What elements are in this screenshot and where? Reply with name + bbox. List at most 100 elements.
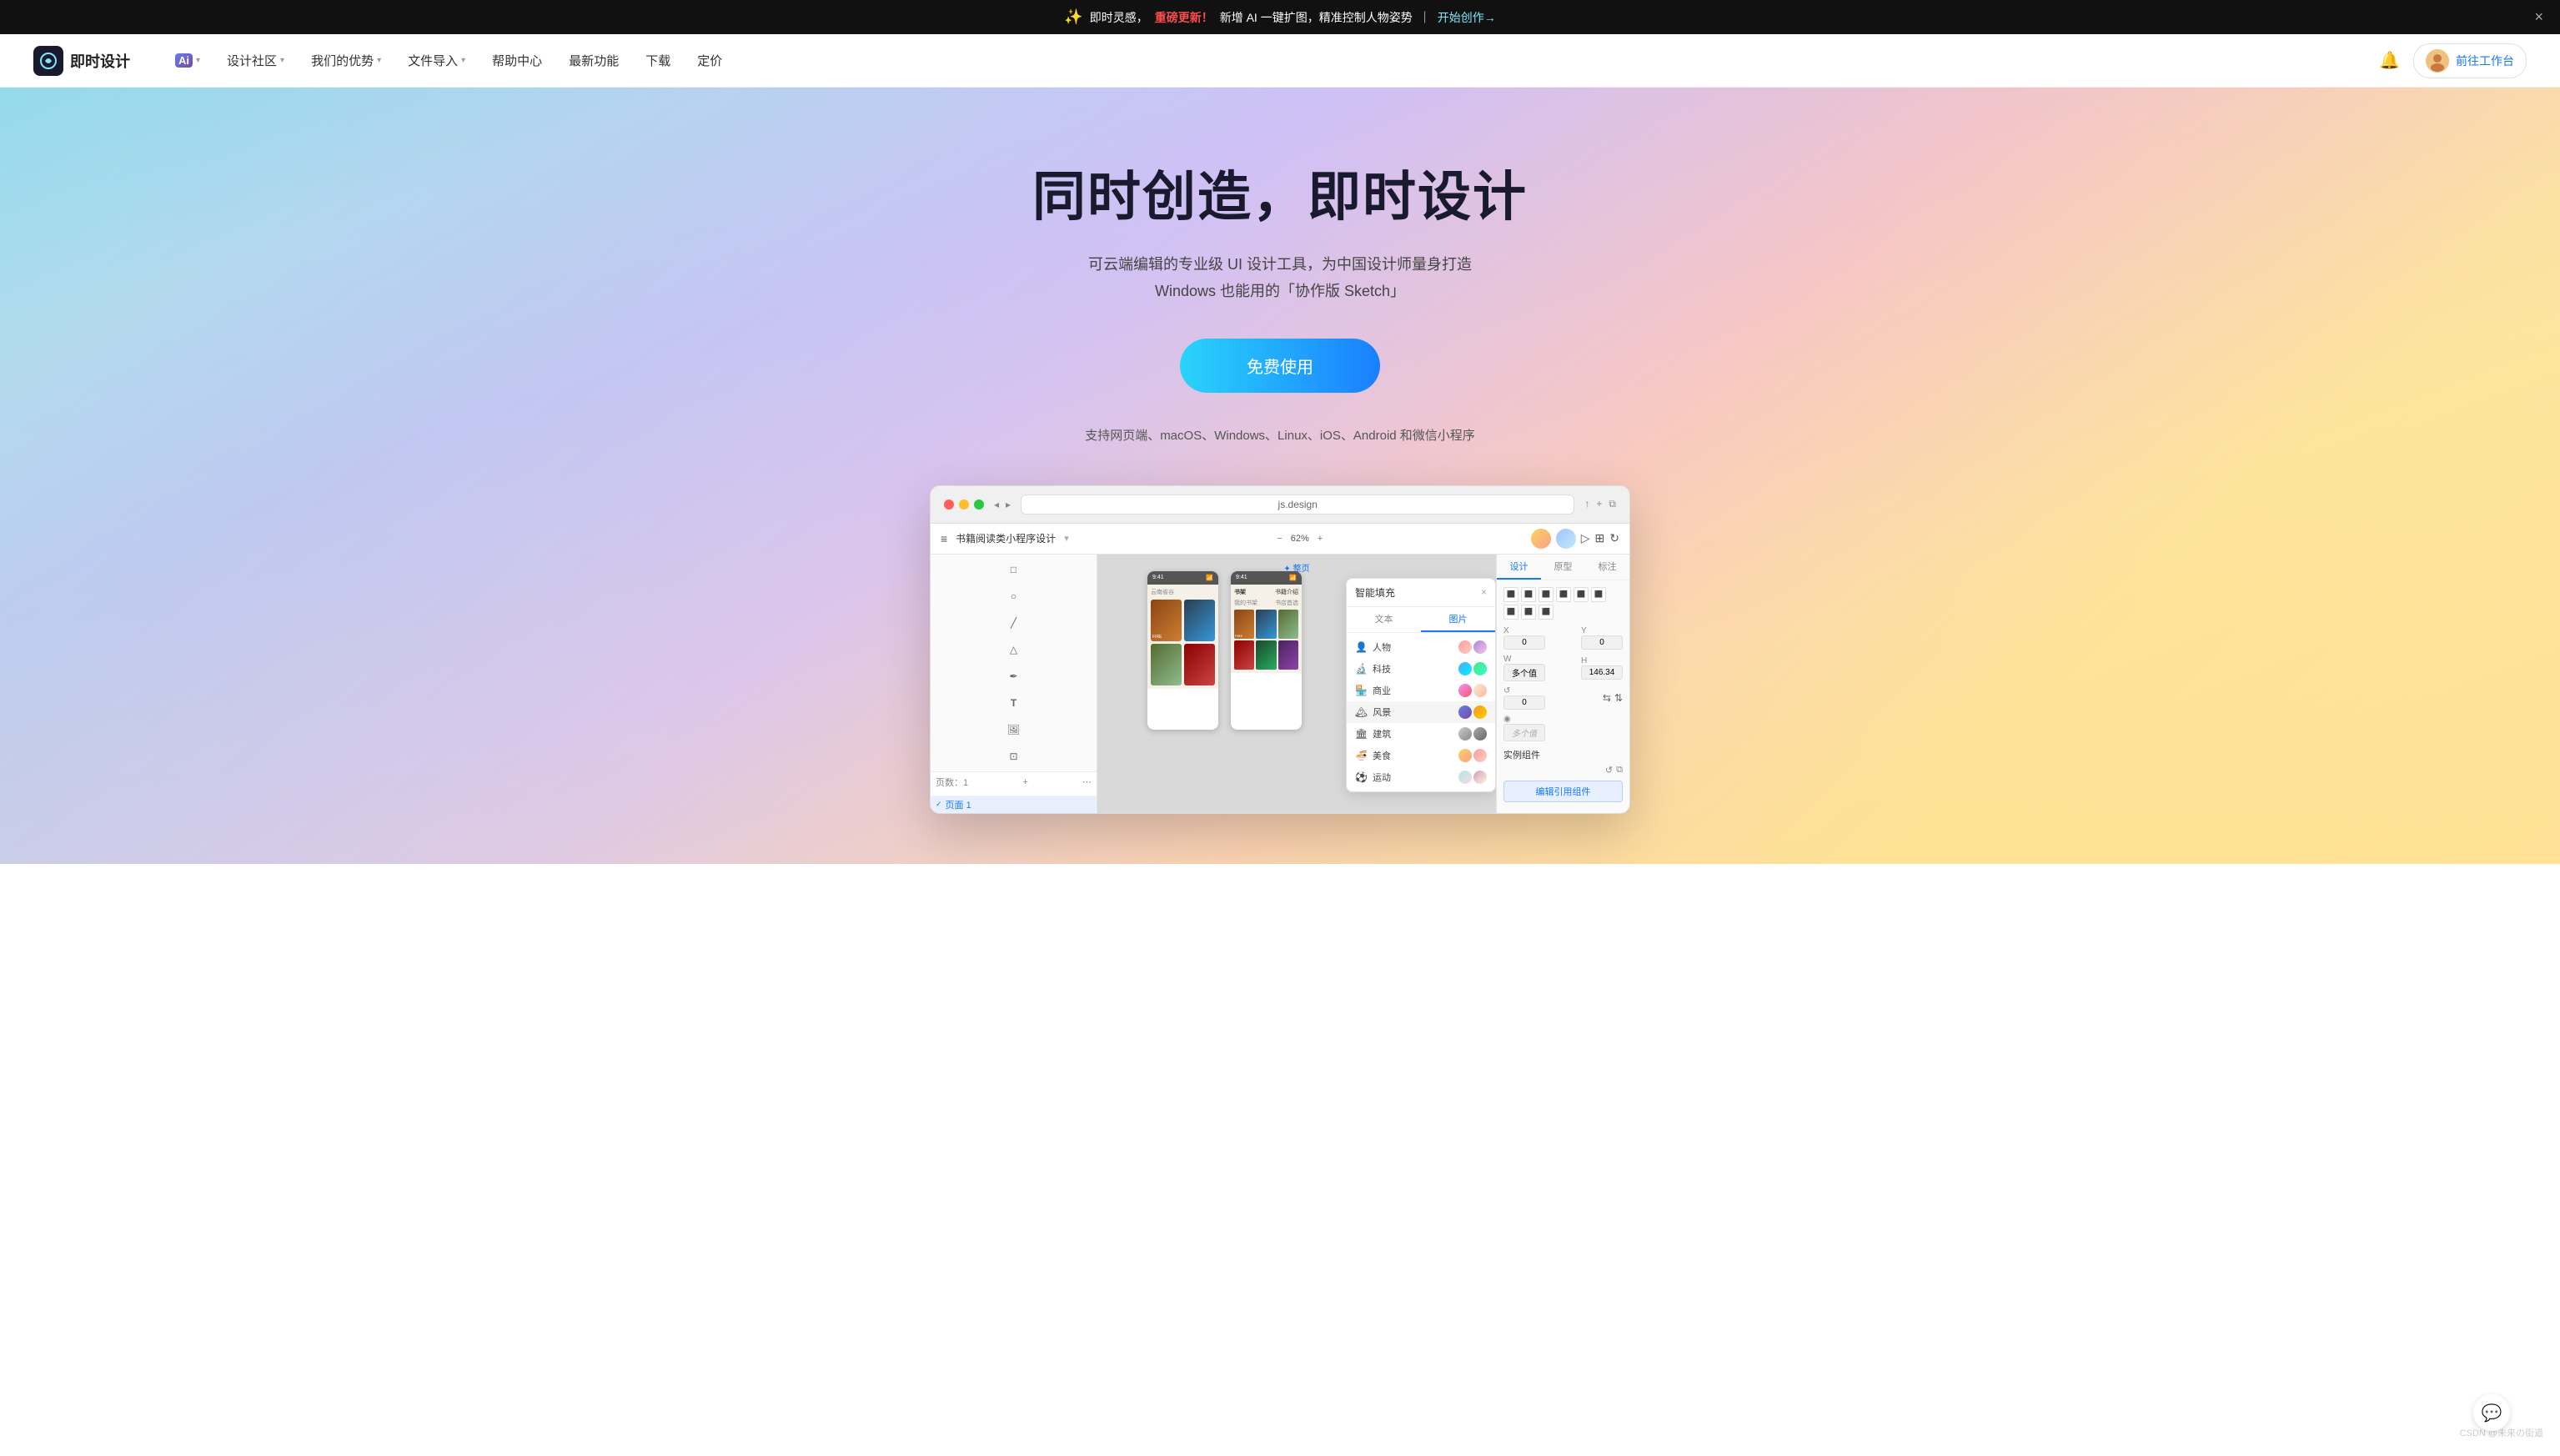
nav-item-community[interactable]: 设计社区 ▾ xyxy=(215,45,296,76)
nav-item-import[interactable]: 文件导入 ▾ xyxy=(396,45,477,76)
url-bar[interactable]: js.design xyxy=(1021,495,1574,515)
canvas-area: ✦ 整页 9:41 📶 云南省谷 FIRE xyxy=(1097,555,1496,813)
ai-cat-sports[interactable]: ⚽ 运动 xyxy=(1347,766,1495,788)
rotation-input[interactable]: 0 xyxy=(1503,695,1545,710)
hero-content: 同时创造，即时设计 可云端编辑的专业级 UI 设计工具，为中国设计师量身打造 W… xyxy=(1032,154,1528,444)
component-tool-icon[interactable]: ⊡ xyxy=(1004,746,1024,766)
nav-item-features[interactable]: 最新功能 xyxy=(557,45,630,76)
forward-icon[interactable]: ▸ xyxy=(1006,499,1011,510)
page-layer-item[interactable]: ✓ 页面 1 xyxy=(931,796,1097,813)
help-chat-button[interactable]: 💬 xyxy=(2473,1394,2510,1431)
layers-menu-icon[interactable]: ⋯ xyxy=(1082,776,1092,787)
minimize-traffic-light[interactable] xyxy=(959,500,969,510)
project-name: 书籍阅读类小程序设计 xyxy=(956,531,1056,545)
notification-bell-icon[interactable]: 🔔 xyxy=(2379,50,2400,71)
design-tab[interactable]: 设计 xyxy=(1497,555,1541,580)
align-right-icon[interactable]: ⬛ xyxy=(1539,587,1554,602)
right-panel-tabs: 设计 原型 标注 xyxy=(1497,555,1629,580)
landscape-icon: 🏔 xyxy=(1355,706,1368,718)
align-center-v-icon[interactable]: ⬛ xyxy=(1574,587,1589,602)
prototype-tab[interactable]: 原型 xyxy=(1541,555,1585,580)
component-refresh-icon[interactable]: ↺ xyxy=(1605,765,1613,776)
edit-component-button[interactable]: 编辑引用组件 xyxy=(1503,781,1623,802)
maximize-traffic-light[interactable] xyxy=(974,500,984,510)
hero-section: 同时创造，即时设计 可云端编辑的专业级 UI 设计工具，为中国设计师量身打造 W… xyxy=(0,88,2560,864)
distribute-h-icon[interactable]: ⬛ xyxy=(1503,605,1518,620)
ai-tab-image[interactable]: 图片 xyxy=(1421,607,1495,632)
navbar: 即时设计 Ai ▾ 设计社区 ▾ 我们的优势 ▾ 文件导入 ▾ 帮助中心 最新功… xyxy=(0,34,2560,88)
y-input[interactable]: 0 xyxy=(1581,635,1623,650)
minus-icon[interactable]: − xyxy=(1277,534,1282,544)
ai-fill-header: 智能填充 × xyxy=(1347,579,1495,607)
nav-item-ai[interactable]: Ai ▾ xyxy=(163,47,212,74)
component-detach-icon[interactable]: ⧉ xyxy=(1616,765,1623,776)
x-input[interactable]: 0 xyxy=(1503,635,1545,650)
nav-item-help[interactable]: 帮助中心 xyxy=(480,45,554,76)
xy-row: X 0 Y 0 xyxy=(1503,626,1623,650)
align-left-icon[interactable]: ⬛ xyxy=(1503,587,1518,602)
right-panel-body: ⬛ ⬛ ⬛ ⬛ ⬛ ⬛ ⬛ ⬛ ⬛ X 0 xyxy=(1497,580,1629,809)
w-field: W 多个值 xyxy=(1503,655,1545,681)
align-center-h-icon[interactable]: ⬛ xyxy=(1521,587,1536,602)
annotation-tab[interactable]: 标注 xyxy=(1585,555,1629,580)
play-icon[interactable]: ▷ xyxy=(1581,531,1590,545)
grid-icon[interactable]: ⊞ xyxy=(1595,531,1605,545)
flip-v-icon[interactable]: ⇅ xyxy=(1614,692,1623,704)
ai-panel-tabs: 文本 图片 xyxy=(1347,607,1495,633)
close-traffic-light[interactable] xyxy=(944,500,954,510)
menu-icon[interactable]: ≡ xyxy=(941,532,947,545)
circle-tool-icon[interactable]: ○ xyxy=(1004,586,1024,606)
ai-fill-panel: 智能填充 × 文本 图片 👤 人物 xyxy=(1346,578,1496,792)
ai-tab-text[interactable]: 文本 xyxy=(1347,607,1421,632)
ai-badge: Ai xyxy=(175,53,193,68)
person-icon: 👤 xyxy=(1355,641,1368,653)
flip-h-icon[interactable]: ⇆ xyxy=(1603,692,1611,704)
free-use-button[interactable]: 免费使用 xyxy=(1180,339,1380,393)
canvas-phone-right: 9:41 📶 书架 书籍介绍 我的书架 书店首选 xyxy=(1231,571,1302,730)
add-page-icon[interactable]: + xyxy=(1022,777,1027,787)
layers-header: 页数：1 + ⋯ xyxy=(931,772,1097,792)
h-input[interactable]: 146.34 xyxy=(1581,665,1623,680)
select-tool-icon[interactable]: □ xyxy=(1004,560,1024,580)
ai-cat-tech[interactable]: 🔬 科技 xyxy=(1347,658,1495,680)
canvas-phone-left: 9:41 📶 云南省谷 FIRE xyxy=(1147,571,1218,730)
nav-item-pricing[interactable]: 定价 xyxy=(685,45,734,76)
distribute-v-icon[interactable]: ⬛ xyxy=(1521,605,1536,620)
text-tool-icon[interactable]: T xyxy=(1004,693,1024,713)
ai-cat-architecture[interactable]: 🏛 建筑 xyxy=(1347,723,1495,745)
flip-icons: ⇆ ⇅ xyxy=(1603,692,1623,704)
chat-icon: 💬 xyxy=(2482,1403,2502,1423)
add-tab-icon[interactable]: + xyxy=(1596,498,1602,510)
ai-panel-close-icon[interactable]: × xyxy=(1481,586,1487,598)
corner-row: ◉ 多个值 xyxy=(1503,715,1623,741)
ai-cat-landscape[interactable]: 🏔 风景 xyxy=(1347,701,1495,723)
rotation-field: ↺ 0 xyxy=(1503,686,1545,710)
announcement-cta[interactable]: 开始创作→ xyxy=(1438,9,1496,26)
plus-icon[interactable]: + xyxy=(1318,534,1323,544)
corner-input[interactable]: 多个值 xyxy=(1503,724,1545,741)
tabs-icon[interactable]: ⧉ xyxy=(1609,498,1616,510)
announcement-close[interactable]: × xyxy=(2534,8,2543,26)
refresh-icon[interactable]: ↻ xyxy=(1609,531,1619,545)
architecture-icon: 🏛 xyxy=(1355,728,1368,740)
w-input[interactable]: 多个值 xyxy=(1503,664,1545,681)
import-chevron-icon: ▾ xyxy=(461,56,465,65)
left-sidebar: □ ○ ╱ △ ✒ T 🖼 ⊡ 页数：1 + ⋯ xyxy=(931,555,1097,813)
ai-cat-person[interactable]: 👤 人物 xyxy=(1347,636,1495,658)
image-tool-icon[interactable]: 🖼 xyxy=(1004,720,1024,740)
align-bottom-icon[interactable]: ⬛ xyxy=(1591,587,1606,602)
line-tool-icon[interactable]: ╱ xyxy=(1004,613,1024,633)
align-top-icon[interactable]: ⬛ xyxy=(1556,587,1571,602)
go-to-workspace-button[interactable]: 前往工作台 xyxy=(2413,43,2527,78)
nav-logo[interactable]: 即时设计 xyxy=(33,46,130,76)
triangle-tool-icon[interactable]: △ xyxy=(1004,640,1024,660)
ai-cat-food[interactable]: 🍜 美食 xyxy=(1347,745,1495,766)
nav-item-download[interactable]: 下载 xyxy=(634,45,682,76)
pen-tool-icon[interactable]: ✒ xyxy=(1004,666,1024,686)
share-icon[interactable]: ↑ xyxy=(1584,498,1589,510)
nav-item-advantages[interactable]: 我们的优势 ▾ xyxy=(299,45,393,76)
announcement-fire-icon: ✨ xyxy=(1064,8,1082,26)
more-align-icon[interactable]: ⬛ xyxy=(1539,605,1554,620)
ai-cat-business[interactable]: 🏪 商业 xyxy=(1347,680,1495,701)
back-icon[interactable]: ◂ xyxy=(994,499,999,510)
